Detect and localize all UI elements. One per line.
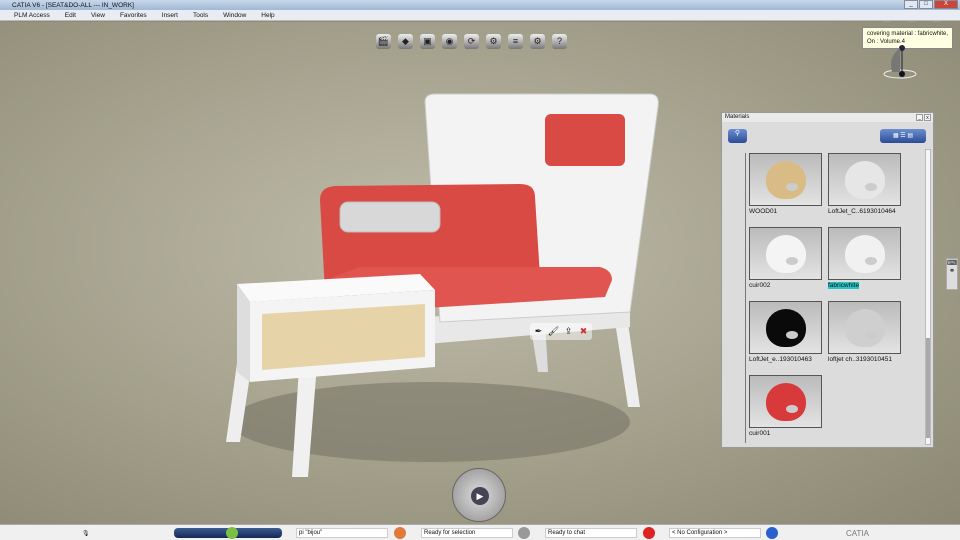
settings-icon[interactable]: ⚙ — [530, 34, 545, 49]
help-icon[interactable]: ? — [552, 34, 567, 49]
menu-view[interactable]: View — [91, 12, 105, 19]
panel-minimize-button[interactable]: _ — [916, 114, 923, 121]
tooltip-line: covering material : fabricwhite, — [867, 31, 949, 37]
menu-help[interactable]: Help — [261, 12, 274, 19]
texture-icon[interactable]: ⇪ — [562, 325, 575, 338]
view-mode-buttons[interactable]: ▦ ☰ ▤ — [880, 129, 926, 143]
top-toolbar: 🎬 ◆ ▣ ◉ ⟳ ⚙ ≡ ⚙ ? — [376, 34, 567, 49]
render-icon[interactable]: ◆ — [398, 34, 413, 49]
chat-icon[interactable] — [518, 527, 530, 539]
material-sphere — [845, 235, 885, 273]
turntable-icon[interactable]: ⟳ — [464, 34, 479, 49]
material-tree[interactable] — [726, 153, 746, 443]
menu-window[interactable]: Window — [223, 12, 246, 19]
material-sphere — [766, 309, 806, 347]
title-bar: CATIA V6 - [SEAT&DO-ALL --- IN_WORK] _ □ X — [0, 0, 960, 10]
material-sphere — [766, 161, 806, 199]
material-item[interactable]: WOOD01 — [749, 153, 823, 227]
material-label: loftjet ch..3193010451 — [828, 356, 892, 363]
stack-icon[interactable]: ≡ — [508, 34, 523, 49]
close-button[interactable]: X — [934, 0, 958, 9]
side-toolbar: ⌨ ⚭ — [946, 258, 958, 290]
detail-view-icon[interactable]: ▤ — [907, 133, 913, 139]
material-label: cuir001 — [749, 430, 771, 437]
config-icon — [643, 527, 655, 539]
material-thumbnail[interactable] — [828, 301, 901, 354]
status-bar: 🎙 pi "bijou" Ready for selection Ready t… — [0, 524, 960, 540]
window-title: CATIA V6 - [SEAT&DO-ALL --- IN_WORK] — [12, 1, 134, 9]
selection-icon — [394, 527, 406, 539]
material-sphere — [845, 309, 885, 347]
minimize-button[interactable]: _ — [904, 0, 918, 9]
material-item[interactable]: cuir001 — [749, 375, 823, 449]
camera-icon[interactable]: ◉ — [442, 34, 457, 49]
menu-insert[interactable]: Insert — [162, 12, 178, 19]
material-item[interactable]: fabricwhite — [828, 227, 902, 301]
material-thumbnail[interactable] — [749, 375, 822, 428]
catia-logo: CATIA — [846, 528, 869, 538]
vertical-scrollbar[interactable] — [925, 149, 931, 445]
menu-tools[interactable]: Tools — [193, 12, 208, 19]
selection-status: Ready for selection — [421, 528, 513, 538]
paint-icon[interactable]: 🖌 — [547, 325, 560, 338]
menu-edit[interactable]: Edit — [65, 12, 76, 19]
material-thumbnail[interactable] — [749, 227, 822, 280]
grid-view-icon[interactable]: ▦ — [893, 133, 899, 139]
material-label: cuir002 — [749, 282, 771, 289]
configuration-select[interactable]: < No Configuration > — [669, 528, 761, 538]
gear-icon[interactable]: ⚙ — [486, 34, 501, 49]
material-sphere — [766, 235, 806, 273]
material-label: fabricwhite — [828, 282, 860, 289]
menu-plm-access[interactable]: PLM Access — [14, 12, 50, 19]
material-thumbnail[interactable] — [828, 153, 901, 206]
material-label: LoftJet_e..193010463 — [749, 356, 812, 363]
navigation-robot[interactable]: ▶ — [452, 468, 506, 522]
filter-button[interactable]: ⚲ — [728, 129, 747, 143]
link-icon[interactable]: ⚭ — [947, 267, 957, 275]
materials-panel: Materials _ x ⚲ ▦ ☰ ▤ WOOD01 LoftJet_C..61… — [721, 112, 934, 448]
search-field[interactable]: pi "bijou" — [296, 528, 388, 538]
material-label: WOOD01 — [749, 208, 778, 215]
panel-close-button[interactable]: x — [924, 114, 931, 121]
material-label: LoftJet_C..6193010464 — [828, 208, 896, 215]
material-item[interactable]: LoftJet_C..6193010464 — [828, 153, 902, 227]
compass-icon[interactable] — [766, 527, 778, 539]
apply-material-icon[interactable]: ✒ — [532, 325, 545, 338]
menu-favorites[interactable]: Favorites — [120, 12, 147, 19]
remove-material-icon[interactable]: ✖ — [577, 325, 590, 338]
app-icon[interactable] — [226, 527, 238, 539]
list-view-icon[interactable]: ☰ — [900, 133, 905, 139]
material-item[interactable]: LoftJet_e..193010463 — [749, 301, 823, 375]
material-grid: WOOD01 LoftJet_C..6193010464 cuir002 fabric… — [749, 153, 902, 449]
panel-title: Materials — [722, 113, 933, 122]
menu-bar: PLM Access Edit View Favorites Insert To… — [0, 10, 960, 29]
material-thumbnail[interactable] — [749, 153, 822, 206]
material-sphere — [766, 383, 806, 421]
material-thumbnail[interactable] — [828, 227, 901, 280]
material-sphere — [845, 161, 885, 199]
mic-icon[interactable]: 🎙 — [82, 528, 90, 538]
clapper-icon[interactable]: 🎬 — [376, 34, 391, 49]
chat-status: Ready to chat — [545, 528, 637, 538]
context-toolbar: ✒ 🖌 ⇪ ✖ — [530, 323, 592, 340]
image-icon[interactable]: ▣ — [420, 34, 435, 49]
compass-icon[interactable] — [878, 42, 918, 80]
play-icon[interactable]: ▶ — [471, 487, 489, 505]
maximize-button[interactable]: □ — [919, 0, 933, 9]
material-item[interactable]: loftjet ch..3193010451 — [828, 301, 902, 375]
material-thumbnail[interactable] — [749, 301, 822, 354]
material-item[interactable]: cuir002 — [749, 227, 823, 301]
keyboard-icon[interactable]: ⌨ — [947, 259, 957, 267]
